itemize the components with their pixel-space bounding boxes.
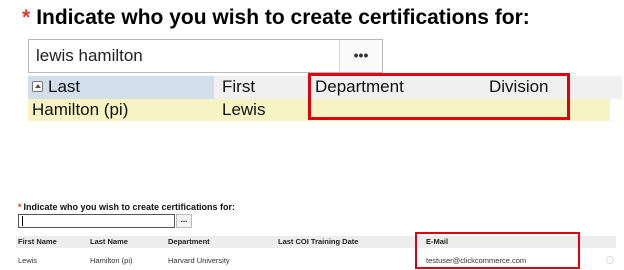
sort-ascending-icon[interactable] <box>32 81 43 92</box>
header-department[interactable]: Department <box>168 237 210 246</box>
zoomed-lookup-button[interactable]: ••• <box>339 40 382 72</box>
zoomed-cell-first: Lewis <box>222 100 266 119</box>
text-cursor <box>22 216 23 226</box>
highlight-box-department-division <box>308 73 570 120</box>
zoomed-header-first[interactable]: First <box>222 77 255 97</box>
header-last-name[interactable]: Last Name <box>90 237 128 246</box>
cell-last-name: Hamilton (pi) <box>90 256 133 265</box>
header-first-name[interactable]: First Name <box>18 237 57 246</box>
section-title-text: Indicate who you wish to create certific… <box>23 202 236 212</box>
header-last-coi-training-date[interactable]: Last COI Training Date <box>278 237 358 246</box>
highlight-box-email <box>415 232 580 269</box>
zoomed-person-search[interactable]: lewis hamilton ••• <box>28 39 383 73</box>
cell-department: Harvard University <box>168 256 230 265</box>
zoomed-title-text: Indicate who you wish to create certific… <box>36 6 530 29</box>
cell-first-name: Lewis <box>18 256 38 265</box>
section-title: * Indicate who you wish to create certifi… <box>18 202 235 212</box>
row-select-radio[interactable] <box>606 256 614 264</box>
required-marker: * <box>22 6 31 29</box>
zoomed-section-title: * Indicate who you wish to create certifi… <box>22 6 530 30</box>
lookup-button[interactable]: ... <box>176 214 192 228</box>
zoomed-search-value[interactable]: lewis hamilton <box>36 46 143 66</box>
zoomed-header-last[interactable]: Last <box>28 76 214 99</box>
zoomed-cell-last: Hamilton (pi) <box>32 100 129 119</box>
person-search-input[interactable] <box>18 214 175 228</box>
zoomed-header-last-label: Last <box>48 77 81 96</box>
required-marker: * <box>18 202 22 212</box>
